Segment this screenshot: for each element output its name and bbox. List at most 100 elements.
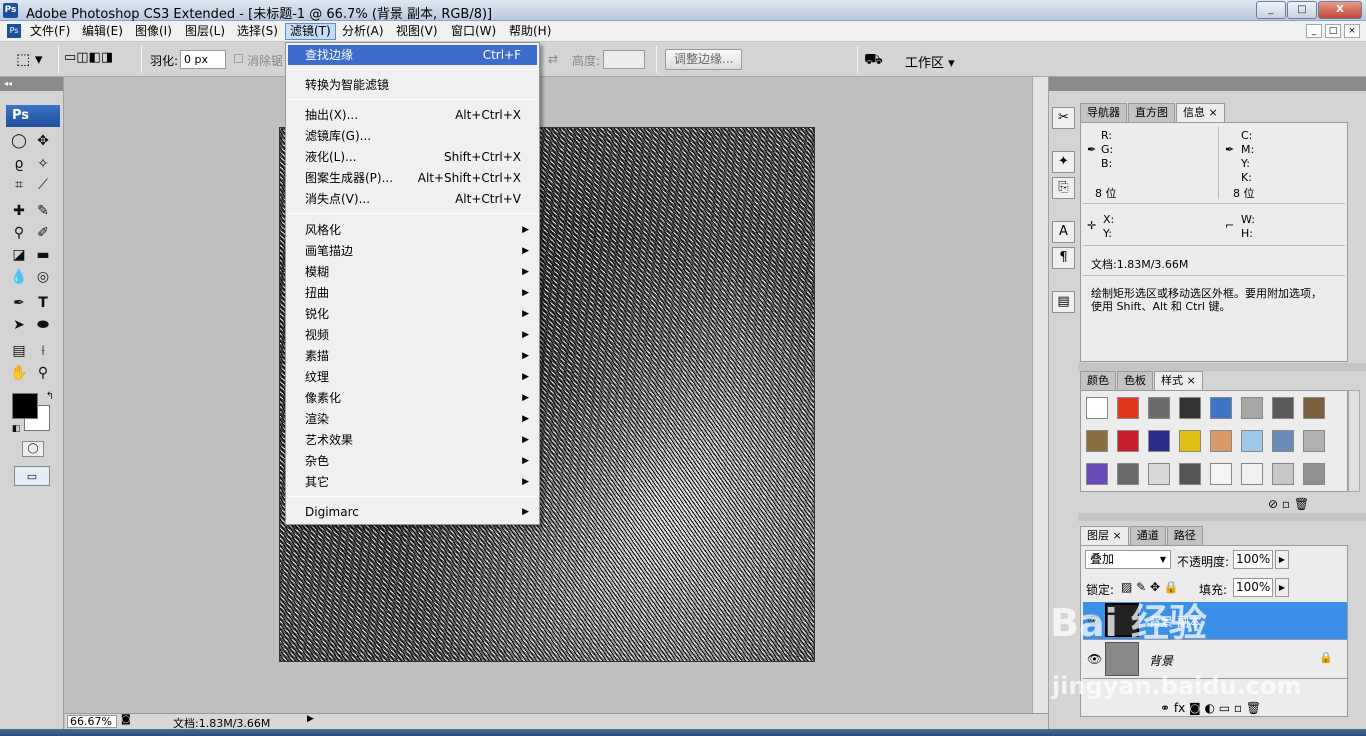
- selection-mode-icons[interactable]: ▭◫◧◨: [64, 50, 113, 65]
- panel-divider[interactable]: [1078, 363, 1366, 371]
- filter-distort[interactable]: 扭曲 ▶: [288, 283, 537, 303]
- style-swatch[interactable]: [1148, 430, 1170, 452]
- filter-pixelate[interactable]: 像素化 ▶: [288, 388, 537, 408]
- character-icon[interactable]: A: [1052, 221, 1075, 243]
- opacity-input[interactable]: 100%: [1233, 550, 1273, 569]
- menu-file[interactable]: 文件(F): [26, 23, 74, 40]
- filter-blur[interactable]: 模糊 ▶: [288, 262, 537, 282]
- style-swatch[interactable]: [1179, 463, 1201, 485]
- layers-footer-icons[interactable]: ⚭ fx ◙ ◐ ▭ ▫ 🗑: [1160, 701, 1261, 715]
- style-swatch[interactable]: [1272, 430, 1294, 452]
- menu-edit[interactable]: 编辑(E): [78, 23, 127, 40]
- layer-comps-icon[interactable]: ▤: [1052, 291, 1075, 313]
- tab-color[interactable]: 颜色: [1080, 371, 1116, 390]
- style-swatch[interactable]: [1179, 397, 1201, 419]
- style-swatch[interactable]: [1086, 463, 1108, 485]
- tab-paths[interactable]: 路径: [1166, 526, 1203, 545]
- pen-icon[interactable]: ✒: [9, 293, 29, 313]
- tab-navigator[interactable]: 导航器: [1080, 103, 1127, 122]
- toolbox-collapse-icon[interactable]: ◂◂: [0, 77, 63, 91]
- style-swatch[interactable]: [1241, 430, 1263, 452]
- menu-analysis[interactable]: 分析(A): [338, 23, 388, 40]
- antialias-checkbox[interactable]: ☐: [233, 52, 244, 66]
- status-menu-icon[interactable]: ▶: [307, 714, 314, 724]
- style-swatch[interactable]: [1117, 463, 1139, 485]
- dodge-icon[interactable]: ◎: [33, 267, 53, 287]
- tools-preset-icon[interactable]: ✂: [1052, 107, 1075, 129]
- brush-icon[interactable]: ✎: [33, 201, 53, 221]
- filter-stylize[interactable]: 风格化 ▶: [288, 220, 537, 240]
- style-swatch[interactable]: [1117, 430, 1139, 452]
- notes-icon[interactable]: ▤: [9, 341, 29, 361]
- doc-restore-button[interactable]: □: [1325, 24, 1341, 38]
- filter-convert-smart[interactable]: 转换为智能滤镜: [288, 75, 537, 95]
- menu-image[interactable]: 图像(I): [131, 23, 176, 40]
- panel-dock-header[interactable]: [1078, 77, 1366, 91]
- style-swatch[interactable]: [1303, 463, 1325, 485]
- tab-histogram[interactable]: 直方图: [1128, 103, 1175, 122]
- style-swatch[interactable]: [1210, 430, 1232, 452]
- filter-pattern-maker[interactable]: 图案生成器(P)... Alt+Shift+Ctrl+X: [288, 168, 537, 188]
- slice-icon[interactable]: ⟋: [33, 175, 53, 195]
- workspace-button[interactable]: 工作区 ▾: [905, 52, 955, 71]
- blur-icon[interactable]: 💧: [9, 267, 29, 287]
- swap-colors-icon[interactable]: ↰: [40, 387, 60, 407]
- style-swatch[interactable]: [1241, 397, 1263, 419]
- type-icon[interactable]: T: [33, 293, 53, 313]
- document-icon[interactable]: Ps: [7, 24, 21, 38]
- healing-icon[interactable]: ✚: [9, 201, 29, 221]
- doc-close-button[interactable]: ×: [1344, 24, 1360, 38]
- filter-extract[interactable]: 抽出(X)... Alt+Ctrl+X: [288, 105, 537, 125]
- style-swatch[interactable]: [1117, 397, 1139, 419]
- magic-wand-icon[interactable]: ✧: [33, 154, 53, 174]
- tab-channels[interactable]: 通道: [1129, 526, 1166, 545]
- maximize-button[interactable]: □: [1287, 1, 1317, 19]
- filter-artistic[interactable]: 艺术效果 ▶: [288, 430, 537, 450]
- quick-mask-icon[interactable]: ◯: [22, 441, 44, 457]
- fill-input[interactable]: 100%: [1233, 578, 1273, 597]
- tab-layers[interactable]: 图层 ×: [1080, 526, 1129, 545]
- filter-vanishing-point[interactable]: 消失点(V)... Alt+Ctrl+V: [288, 189, 537, 209]
- hand-icon[interactable]: ✋: [9, 363, 29, 383]
- bridge-icon[interactable]: ⛟: [864, 50, 883, 70]
- style-swatch[interactable]: [1272, 397, 1294, 419]
- paragraph-icon[interactable]: ¶: [1052, 247, 1075, 269]
- doc-minimize-button[interactable]: _: [1306, 24, 1322, 38]
- style-swatch[interactable]: [1148, 397, 1170, 419]
- menu-help[interactable]: 帮助(H): [505, 23, 555, 40]
- tab-info[interactable]: 信息 ×: [1176, 103, 1225, 122]
- filter-texture[interactable]: 纹理 ▶: [288, 367, 537, 387]
- filter-digimarc[interactable]: Digimarc ▶: [288, 502, 537, 522]
- feather-input[interactable]: 0 px: [180, 50, 226, 69]
- history-brush-icon[interactable]: ✐: [33, 223, 53, 243]
- refine-edge-button[interactable]: 调整边缘...: [665, 49, 743, 70]
- height-input[interactable]: [603, 50, 645, 69]
- opacity-slider-button[interactable]: ▶: [1275, 550, 1289, 569]
- style-swatch[interactable]: [1241, 463, 1263, 485]
- move-icon[interactable]: ✥: [33, 131, 53, 151]
- tab-swatches[interactable]: 色板: [1117, 371, 1153, 390]
- fill-slider-button[interactable]: ▶: [1275, 578, 1289, 597]
- screen-mode-icon[interactable]: ▭: [14, 466, 50, 486]
- eraser-icon[interactable]: ◪: [9, 245, 29, 265]
- zoom-input[interactable]: 66.67%: [67, 715, 117, 728]
- menu-window[interactable]: 窗口(W): [447, 23, 500, 40]
- filter-liquify[interactable]: 液化(L)... Shift+Ctrl+X: [288, 147, 537, 167]
- status-info-icon[interactable]: ◙: [121, 714, 131, 725]
- styles-scrollbar[interactable]: [1348, 390, 1360, 492]
- filter-other[interactable]: 其它 ▶: [288, 472, 537, 492]
- style-swatch[interactable]: [1086, 430, 1108, 452]
- filter-render[interactable]: 渲染 ▶: [288, 409, 537, 429]
- stamp-icon[interactable]: ⚲: [9, 223, 29, 243]
- foreground-color-swatch[interactable]: [12, 393, 38, 419]
- shape-icon[interactable]: ⬬: [33, 315, 53, 335]
- style-swatch[interactable]: [1210, 463, 1232, 485]
- eyedropper-icon[interactable]: ⟊: [33, 341, 53, 361]
- close-button[interactable]: X: [1318, 1, 1362, 19]
- marquee-preset-icon[interactable]: ⬚ ▾: [16, 50, 42, 68]
- style-swatch[interactable]: [1179, 430, 1201, 452]
- filter-sketch[interactable]: 素描 ▶: [288, 346, 537, 366]
- layer-name[interactable]: 背景: [1149, 652, 1173, 669]
- tab-styles[interactable]: 样式 ×: [1154, 371, 1203, 390]
- default-colors-icon[interactable]: ◧: [6, 419, 26, 439]
